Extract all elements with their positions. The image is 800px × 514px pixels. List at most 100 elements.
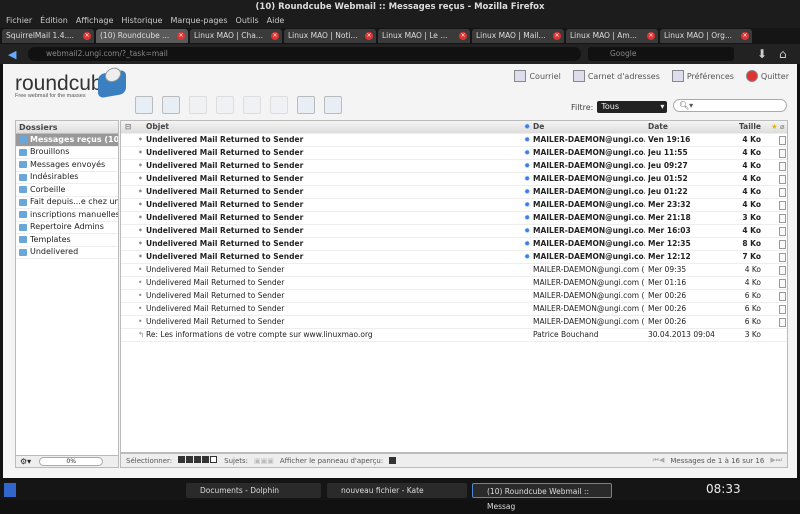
message-row[interactable]: • Undelivered Mail Returned to Sender ✹ MAI… bbox=[121, 238, 787, 251]
message-row[interactable]: • Undelivered Mail Returned to Sender ✹ MAI… bbox=[121, 225, 787, 238]
preview-toggle[interactable] bbox=[389, 457, 397, 464]
unread-icon[interactable]: ✹ bbox=[524, 238, 530, 250]
message-row[interactable]: • Undelivered Mail Returned to Sender MAIL… bbox=[121, 316, 787, 329]
filter-select[interactable]: Tous ▾ bbox=[597, 101, 668, 113]
forward-icon[interactable] bbox=[243, 96, 261, 114]
quick-search-input[interactable]: 🔍︎▾ bbox=[673, 99, 787, 112]
close-tab-icon[interactable]: × bbox=[365, 32, 373, 40]
thread-buttons[interactable]: ▣▣▣ bbox=[254, 457, 274, 465]
unread-icon[interactable]: ✹ bbox=[524, 186, 530, 198]
taskbar-task[interactable]: Documents - Dolphin bbox=[186, 483, 321, 498]
menu-item[interactable]: Affichage bbox=[76, 16, 114, 25]
message-row[interactable]: • Undelivered Mail Returned to Sender ✹ MAI… bbox=[121, 173, 787, 186]
col-subject[interactable]: Objet bbox=[146, 121, 516, 133]
reply-all-icon[interactable] bbox=[216, 96, 234, 114]
browser-tab[interactable]: SquirrelMail 1.4.... × bbox=[2, 29, 94, 43]
folder-item[interactable]: Fait depuis...e chez ung bbox=[16, 197, 118, 209]
close-tab-icon[interactable]: × bbox=[553, 32, 561, 40]
taskbar-task[interactable]: nouveau fichier - Kate bbox=[327, 483, 467, 498]
folder-item[interactable]: Corbeille bbox=[16, 184, 118, 197]
message-row[interactable]: • Undelivered Mail Returned to Sender ✹ MAI… bbox=[121, 199, 787, 212]
topnav-link[interactable]: Quitter bbox=[745, 70, 789, 82]
close-tab-icon[interactable]: × bbox=[647, 32, 655, 40]
browser-tab[interactable]: Linux MAO | Am... × bbox=[566, 29, 658, 43]
message-row[interactable]: ↰ Re: Les informations de votre compte su… bbox=[121, 329, 787, 342]
message-row[interactable]: • Undelivered Mail Returned to Sender ✹ MAI… bbox=[121, 251, 787, 264]
browser-tab[interactable]: Linux MAO | Org... × bbox=[660, 29, 752, 43]
unread-icon[interactable]: ✹ bbox=[524, 199, 530, 211]
browser-tab[interactable]: Linux MAO | Mail... × bbox=[472, 29, 564, 43]
menu-item[interactable]: Marque-pages bbox=[170, 16, 227, 25]
topnav-link[interactable]: Carnet d'adresses bbox=[572, 70, 660, 82]
menu-item[interactable]: Édition bbox=[40, 16, 68, 25]
message-row[interactable]: • Undelivered Mail Returned to Sender MAIL… bbox=[121, 303, 787, 316]
message-row[interactable]: • Undelivered Mail Returned to Sender ✹ MAI… bbox=[121, 212, 787, 225]
topnav-link[interactable]: Préférences bbox=[671, 70, 734, 82]
close-tab-icon[interactable]: × bbox=[83, 32, 91, 40]
unread-icon[interactable]: ✹ bbox=[524, 134, 530, 146]
folder-item[interactable]: Messages envoyés bbox=[16, 159, 118, 172]
unread-icon[interactable]: ✹ bbox=[524, 251, 530, 263]
mark-icon[interactable] bbox=[297, 96, 315, 114]
search-input[interactable]: Google bbox=[588, 47, 734, 61]
folder-item[interactable]: Indésirables bbox=[16, 172, 118, 184]
first-prev-icon[interactable]: ⏮◀ bbox=[653, 456, 665, 465]
refresh-icon[interactable] bbox=[135, 96, 153, 114]
unread-icon[interactable]: ✹ bbox=[524, 212, 530, 224]
download-icon[interactable]: ⬇ bbox=[757, 47, 767, 61]
kde-menu-icon[interactable] bbox=[4, 483, 16, 497]
col-from[interactable]: De bbox=[533, 121, 645, 133]
message-row[interactable]: • Undelivered Mail Returned to Sender ✹ MAI… bbox=[121, 147, 787, 160]
col-date[interactable]: Date bbox=[648, 121, 728, 133]
message-date: Mer 00:26 bbox=[648, 291, 687, 300]
message-size: 6 Ko bbox=[744, 317, 761, 326]
topnav-label: Courriel bbox=[529, 71, 561, 81]
message-row[interactable]: • Undelivered Mail Returned to Sender ✹ MAI… bbox=[121, 134, 787, 147]
more-icon[interactable] bbox=[324, 96, 342, 114]
menu-item[interactable]: Outils bbox=[236, 16, 259, 25]
browser-tab[interactable]: (10) Roundcube ... × bbox=[96, 29, 188, 43]
reply-icon[interactable] bbox=[189, 96, 207, 114]
message-subject: Undelivered Mail Returned to Sender bbox=[146, 304, 285, 313]
folder-item[interactable]: Messages reçus (10) bbox=[16, 134, 118, 147]
folder-label: Corbeille bbox=[30, 184, 66, 194]
message-row[interactable]: • Undelivered Mail Returned to Sender MAIL… bbox=[121, 277, 787, 290]
delete-icon[interactable] bbox=[270, 96, 288, 114]
select-buttons[interactable] bbox=[178, 456, 218, 465]
folder-item[interactable]: Repertoire Admins bbox=[16, 222, 118, 234]
folder-item[interactable]: Brouillons bbox=[16, 147, 118, 159]
menu-item[interactable]: Fichier bbox=[6, 16, 32, 25]
topnav-link[interactable]: Courriel bbox=[514, 70, 561, 82]
home-icon[interactable]: ⌂ bbox=[779, 47, 787, 61]
next-last-icon[interactable]: ▶⏭ bbox=[770, 456, 782, 465]
settings-gear-icon[interactable]: ⚙▾ bbox=[20, 457, 31, 466]
unread-icon[interactable]: ✹ bbox=[524, 147, 530, 159]
message-row[interactable]: • Undelivered Mail Returned to Sender MAIL… bbox=[121, 290, 787, 303]
message-row[interactable]: • Undelivered Mail Returned to Sender ✹ MAI… bbox=[121, 160, 787, 173]
close-tab-icon[interactable]: × bbox=[177, 32, 185, 40]
unread-icon[interactable]: ✹ bbox=[524, 173, 530, 185]
menu-item[interactable]: Aide bbox=[267, 16, 285, 25]
back-icon[interactable]: ◀ bbox=[8, 48, 16, 61]
unread-icon[interactable]: ✹ bbox=[524, 225, 530, 237]
folder-item[interactable]: Templates bbox=[16, 234, 118, 247]
menu-item[interactable]: Historique bbox=[121, 16, 162, 25]
message-row[interactable]: • Undelivered Mail Returned to Sender MAIL… bbox=[121, 264, 787, 277]
compose-icon[interactable] bbox=[162, 96, 180, 114]
browser-tab[interactable]: Linux MAO | Noti... × bbox=[284, 29, 376, 43]
col-size[interactable]: Taille bbox=[721, 121, 761, 133]
folder-item[interactable]: inscriptions manuelles bbox=[16, 209, 118, 222]
browser-tab[interactable]: Linux MAO | Cha... × bbox=[190, 29, 282, 43]
url-bar[interactable]: webmail2.ungi.com/?_task=mail bbox=[28, 47, 581, 61]
close-tab-icon[interactable]: × bbox=[741, 32, 749, 40]
folder-item[interactable]: Undelivered bbox=[16, 247, 118, 259]
unread-icon[interactable]: ✹ bbox=[524, 160, 530, 172]
message-date: Mer 00:26 bbox=[648, 304, 687, 313]
taskbar-task[interactable]: (10) Roundcube Webmail :: Messag bbox=[472, 483, 612, 511]
dot-icon: • bbox=[138, 252, 143, 261]
list-options-icon[interactable]: ⊟ bbox=[125, 121, 131, 133]
close-tab-icon[interactable]: × bbox=[459, 32, 467, 40]
close-tab-icon[interactable]: × bbox=[271, 32, 279, 40]
browser-tab[interactable]: Linux MAO | Le ... × bbox=[378, 29, 470, 43]
message-row[interactable]: • Undelivered Mail Returned to Sender ✹ MAI… bbox=[121, 186, 787, 199]
